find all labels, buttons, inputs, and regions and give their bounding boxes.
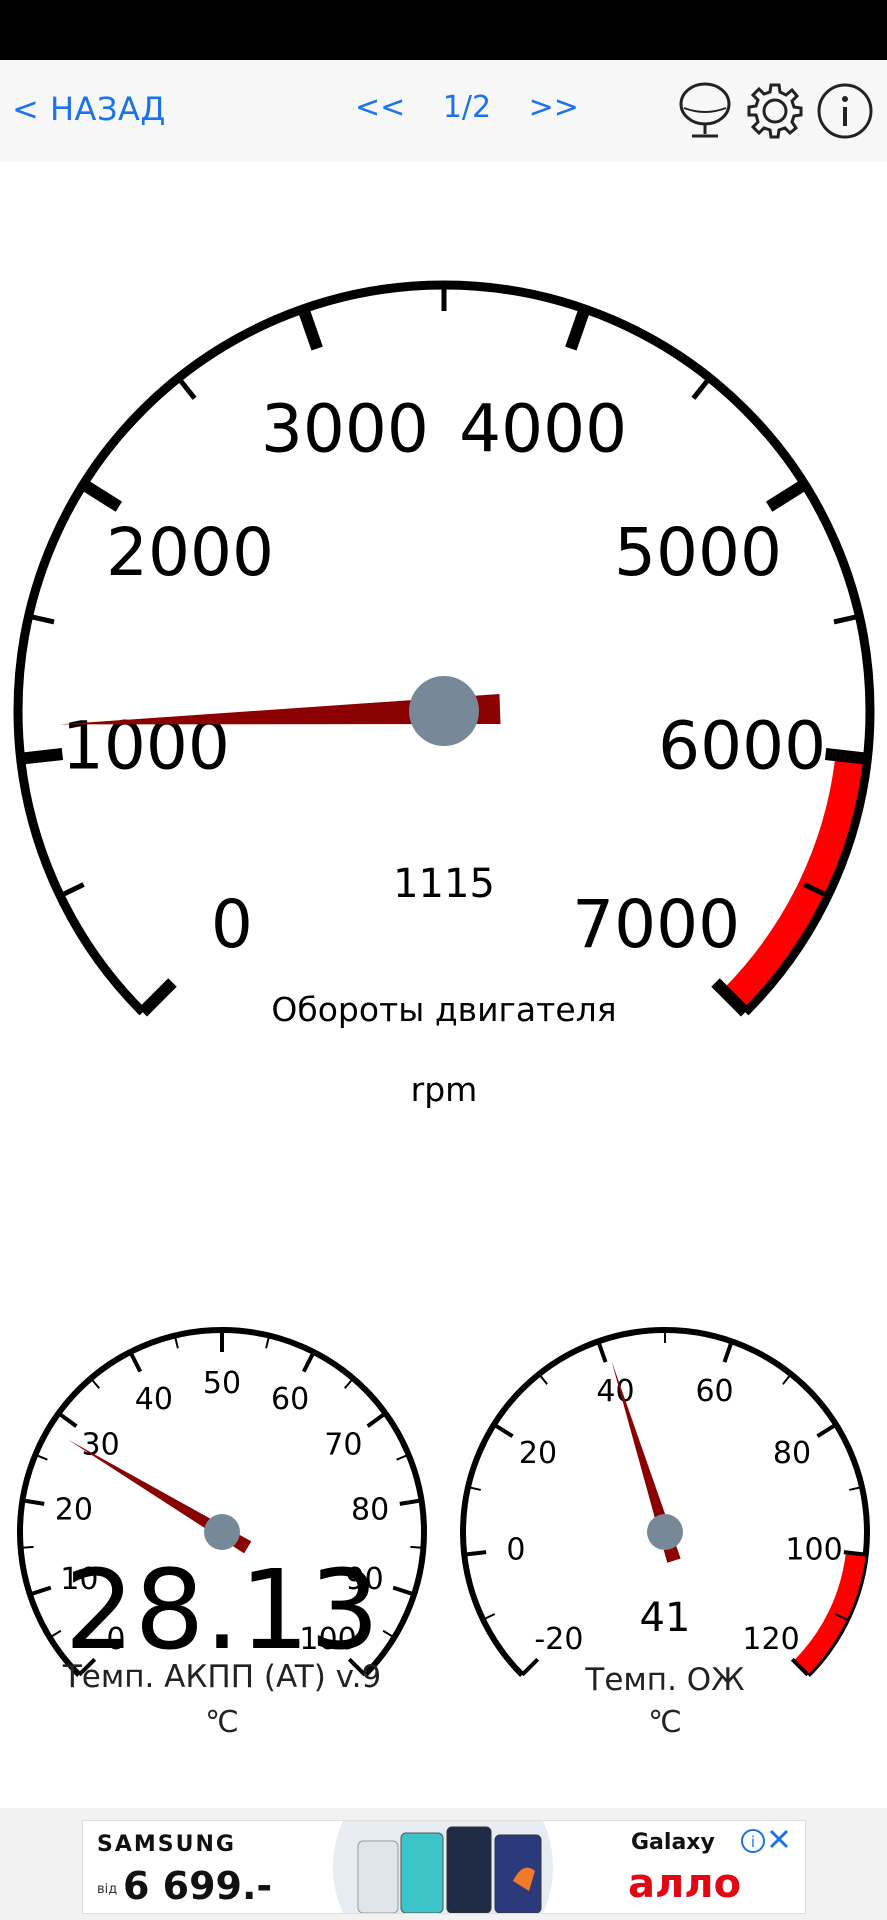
trans-major-tick: [301, 1351, 316, 1373]
page-indicator: 1/2: [442, 90, 492, 125]
trans-minor-tick: [49, 1629, 62, 1639]
rpm-gauge-unit: rpm: [411, 1070, 478, 1109]
rpm-minor-tick: [691, 376, 712, 400]
cool-scale-label: 0: [506, 1533, 525, 1568]
rpm-scale-label: 3000: [261, 391, 429, 468]
trans-scale-label: 50: [203, 1366, 241, 1401]
trans-scale-label: 70: [324, 1428, 362, 1463]
transmission-temp-title: Темп. АКПП (AT) v.9: [62, 1659, 381, 1695]
rpm-gauge: 0100020003000 4000500060007000 1115 Оборо…: [13, 280, 875, 1109]
cool-major-tick: [596, 1340, 608, 1363]
coolant-temp-title: Темп. ОЖ: [584, 1662, 744, 1698]
cool-minor-tick: [782, 1373, 792, 1385]
status-bar: [0, 0, 887, 60]
info-icon[interactable]: [816, 82, 874, 140]
ad-close-icon[interactable]: [769, 1829, 789, 1849]
trans-minor-tick: [343, 1377, 354, 1389]
rpm-major-tick: [297, 306, 323, 351]
back-button[interactable]: < НАЗАД: [12, 90, 166, 128]
cool-scale-label: 100: [785, 1533, 842, 1568]
rpm-minor-tick: [59, 882, 85, 899]
cool-scale-label: 60: [695, 1374, 733, 1409]
rpm-needle-hub: [409, 676, 479, 746]
cool-major-tick: [722, 1340, 734, 1363]
rpm-scale-label: 7000: [572, 886, 740, 963]
svg-text:i: i: [751, 1833, 755, 1851]
transmission-temp-needle-hub: [204, 1514, 240, 1550]
rpm-minor-tick: [176, 376, 197, 400]
coolant-temp-needle-hub: [647, 1514, 683, 1550]
rpm-scale-label: 2000: [106, 514, 274, 591]
trans-major-tick: [22, 1498, 45, 1506]
ad-price: 6 699.-: [123, 1864, 272, 1908]
transmission-temp-gauge: 010203040 50 60708090100 28.13 Темп. АКПП …: [17, 1327, 427, 1740]
cool-major-tick: [816, 1422, 838, 1438]
cool-scale-label: 120: [742, 1622, 799, 1657]
trans-scale-label: 30: [82, 1428, 120, 1463]
cool-scale-label: 20: [519, 1436, 557, 1471]
rpm-major-tick: [765, 479, 808, 512]
page-navigator: << 1/2 >>: [355, 90, 579, 125]
trans-major-tick: [392, 1585, 415, 1597]
trans-major-tick: [29, 1585, 52, 1597]
rpm-minor-tick: [833, 613, 860, 625]
transmission-temp-value-readout: 28.13: [65, 1546, 380, 1674]
coolant-temp-unit: ℃: [648, 1705, 682, 1740]
cool-scale-label: 40: [596, 1374, 634, 1409]
rpm-value-readout: 1115: [393, 861, 495, 907]
cool-minor-tick: [538, 1373, 548, 1385]
rpm-major-tick: [80, 479, 123, 512]
ad-price-prefix: від: [97, 1882, 117, 1897]
rpm-major-tick: [20, 748, 64, 765]
trans-minor-tick: [20, 1545, 34, 1549]
ad-banner[interactable]: SAMSUNG від 6 699.- Galaxy i алло: [82, 1820, 806, 1914]
trans-scale-label: 80: [351, 1492, 389, 1527]
rpm-minor-tick: [28, 613, 55, 625]
cool-redzone-arc: [793, 1552, 866, 1675]
trans-major-tick: [57, 1411, 78, 1428]
toolbar: < НАЗАД << 1/2 >>: [0, 60, 887, 162]
trans-minor-tick: [410, 1545, 424, 1549]
trans-major-tick: [366, 1411, 387, 1428]
coolant-temp-value-readout: 41: [640, 1595, 691, 1641]
ad-store-logo: алло: [628, 1861, 741, 1907]
ad-info-icon[interactable]: i: [741, 1829, 765, 1853]
ad-banner-container: SAMSUNG від 6 699.- Galaxy i алло: [0, 1808, 887, 1920]
trans-minor-tick: [90, 1377, 101, 1389]
next-page-button[interactable]: >>: [529, 90, 579, 125]
cool-major-tick: [843, 1550, 866, 1557]
coolant-temp-gauge: -20 0 20 40 60 80 100 120 41 Темп. ОЖ ℃: [460, 1327, 870, 1740]
cool-major-tick: [492, 1422, 514, 1438]
trans-scale-label: 20: [55, 1492, 93, 1527]
prev-page-button[interactable]: <<: [355, 90, 405, 125]
rpm-scale-label: 6000: [658, 707, 826, 784]
rpm-major-tick: [824, 748, 868, 765]
rpm-major-tick: [138, 978, 177, 1017]
cool-scale-label: 80: [773, 1436, 811, 1471]
rpm-scale-label: 0: [211, 886, 253, 963]
gear-icon[interactable]: [746, 82, 804, 140]
cool-major-tick: [464, 1550, 487, 1557]
rpm-gauge-title: Обороты двигателя: [271, 990, 616, 1029]
transmission-temp-unit: ℃: [205, 1705, 239, 1740]
rpm-major-tick: [565, 306, 591, 351]
rpm-scale-label: 5000: [614, 514, 782, 591]
cool-scale-label: -20: [534, 1622, 583, 1657]
trans-major-tick: [399, 1498, 422, 1506]
ad-brand-left: SAMSUNG: [97, 1832, 236, 1857]
rpm-scale-label: 4000: [459, 391, 627, 468]
trans-scale-label: 40: [135, 1382, 173, 1417]
trans-scale-label: 60: [271, 1382, 309, 1417]
cool-major-tick: [520, 1657, 540, 1677]
ad-brand-right: Galaxy: [631, 1830, 715, 1855]
trans-major-tick: [128, 1351, 143, 1373]
trans-minor-tick: [382, 1629, 395, 1639]
microphone-icon[interactable]: [676, 82, 734, 140]
